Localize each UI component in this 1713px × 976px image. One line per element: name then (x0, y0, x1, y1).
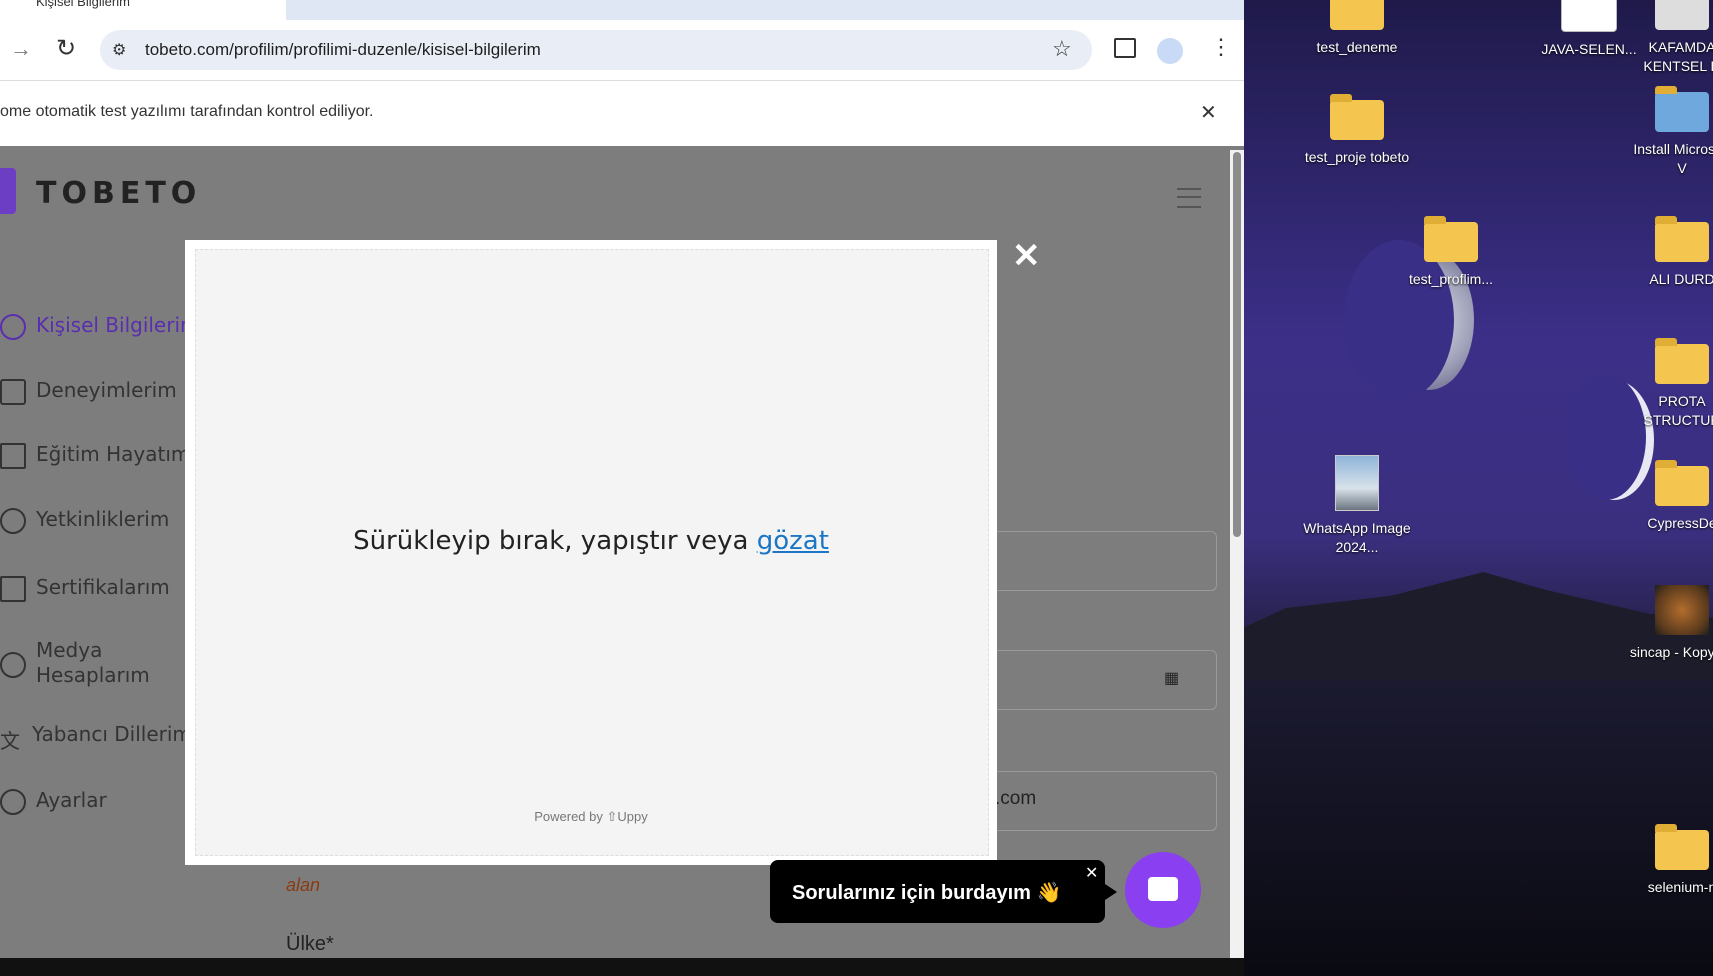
logo-mark-icon (0, 168, 16, 214)
sidebar-item-kisisel[interactable]: Kişisel Bilgilerim (0, 313, 200, 340)
calendar-icon[interactable]: ▦ (1164, 668, 1179, 688)
certificate-icon (0, 575, 26, 602)
globe-icon (0, 652, 26, 678)
desktop-icon[interactable]: PROTA STRUCTUR (1627, 338, 1713, 430)
desktop-icon[interactable]: Install Microsoft V (1627, 86, 1713, 178)
desktop-icon[interactable]: KAFAMDA KENTSEL D (1627, 0, 1713, 76)
side-panel-icon[interactable] (1114, 38, 1136, 58)
user-icon (0, 313, 26, 340)
desktop-icon[interactable]: test_deneme (1302, 0, 1412, 57)
infobar-text: ome otomatik test yazılımı tarafından ko… (0, 103, 374, 120)
powered-by: Powered by ⇧Uppy (534, 809, 648, 824)
field-note: alan (286, 875, 321, 895)
translate-icon: 文 (0, 728, 20, 753)
kebab-menu-icon[interactable]: ⋮ (1210, 34, 1232, 60)
browser-window: Kişisel Bilgilerim → ↻ ⚙ tobeto.com/prof… (0, 0, 1244, 958)
gear-icon (0, 788, 26, 815)
birthdate-field[interactable] (985, 650, 1217, 710)
desktop: test_deneme JAVA-SELEN... KAFAMDA KENTSE… (1244, 0, 1713, 976)
chat-bubble-text: Sorularınız için burdayım 👋 (792, 882, 1062, 904)
desktop-icon[interactable]: CypressDe (1627, 460, 1713, 533)
desktop-icon[interactable]: sincap - Kopya... (1627, 585, 1713, 662)
reload-icon[interactable]: ↻ (56, 34, 76, 63)
site-logo[interactable]: TOBETO (36, 176, 201, 211)
sidebar-item-ayarlar[interactable]: Ayarlar (0, 788, 107, 815)
desktop-icon[interactable]: ALI DURD (1627, 216, 1713, 289)
infobar-close-icon[interactable]: ✕ (1200, 100, 1217, 125)
forward-icon[interactable]: → (10, 36, 32, 62)
taskbar-edge (0, 958, 1244, 976)
sidebar-item-yetkinlik[interactable]: Yetkinliklerim (0, 507, 169, 534)
desktop-icon[interactable]: selenium-n (1627, 824, 1713, 897)
sidebar-item-medya[interactable]: Medya Hesaplarım (0, 638, 150, 688)
desktop-icon[interactable]: test_proje tobeto (1302, 94, 1412, 167)
hamburger-menu-icon[interactable] (1177, 188, 1201, 208)
browse-link[interactable]: gözat (757, 526, 829, 556)
profile-icon[interactable] (1157, 38, 1183, 64)
scrollbar-thumb[interactable] (1233, 152, 1241, 537)
email-suffix: .com (995, 788, 1037, 809)
modal-close-icon[interactable]: ✕ (1012, 236, 1041, 276)
uppy-logo-icon: ⇧ (606, 809, 618, 824)
sidebar-item-deneyim[interactable]: Deneyimlerim (0, 378, 177, 405)
award-icon (0, 507, 26, 534)
form-field[interactable] (985, 531, 1217, 591)
desktop-icon[interactable]: WhatsApp Image 2024... (1302, 455, 1412, 557)
briefcase-icon (0, 378, 26, 405)
sidebar-item-egitim[interactable]: Eğitim Hayatım (0, 442, 190, 469)
drop-instructions: Sürükleyip bırak, yapıştır veya gözat (353, 526, 829, 556)
country-label: Ülke* (286, 933, 334, 955)
chat-bubble-close-icon[interactable]: ✕ (1085, 863, 1098, 883)
book-icon (0, 442, 26, 469)
bookmark-star-icon[interactable]: ☆ (1052, 36, 1072, 62)
sidebar-item-dil[interactable]: 文 Yabancı Dillerim (0, 722, 192, 753)
url-text[interactable]: tobeto.com/profilim/profilimi-duzenle/ki… (145, 40, 541, 60)
sidebar-item-sertifika[interactable]: Sertifikalarım (0, 575, 170, 602)
tab-title: Kişisel Bilgilerim (36, 0, 130, 9)
site-info-icon[interactable]: ⚙ (112, 40, 126, 60)
desktop-icon[interactable]: test_proflim... (1396, 216, 1506, 289)
chat-launcher-button[interactable] (1125, 852, 1201, 928)
chat-icon (1148, 877, 1178, 901)
